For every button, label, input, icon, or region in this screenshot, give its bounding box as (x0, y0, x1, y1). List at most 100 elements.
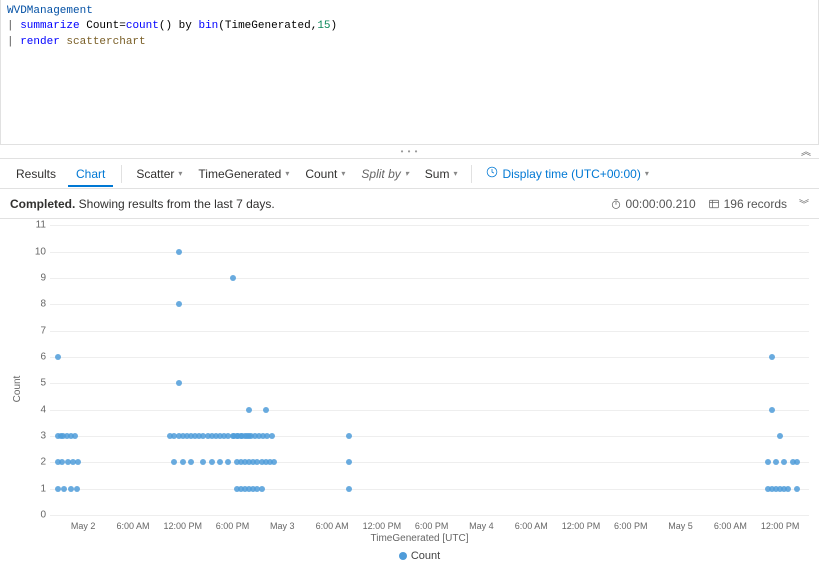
data-point[interactable] (180, 459, 186, 465)
x-tick-label: 6:00 PM (216, 521, 250, 531)
gridline (50, 462, 809, 463)
x-tick-label: May 5 (668, 521, 693, 531)
gridline (50, 357, 809, 358)
data-point[interactable] (781, 459, 787, 465)
token-binsize: 15 (317, 20, 330, 32)
token-assign: Count= (86, 20, 126, 32)
tab-results[interactable]: Results (8, 161, 64, 187)
data-point[interactable] (176, 380, 182, 386)
x-tick-label: 12:00 PM (761, 521, 800, 531)
y-tick-label: 0 (30, 510, 46, 521)
x-tick-label: 6:00 PM (415, 521, 449, 531)
record-count: 196 records (708, 197, 787, 211)
aggregation-label: Sum (425, 167, 450, 181)
drag-handle-icon[interactable]: • • • (401, 147, 419, 156)
token-pipe: | (7, 20, 20, 32)
data-point[interactable] (271, 459, 277, 465)
token-table: WVDManagement (7, 5, 93, 17)
tab-chart[interactable]: Chart (68, 161, 113, 187)
y-field-dropdown[interactable]: Count▾ (299, 163, 351, 185)
token-render: render (20, 36, 60, 48)
data-point[interactable] (61, 486, 67, 492)
records-icon (708, 198, 720, 210)
legend: Count (30, 550, 809, 562)
data-point[interactable] (225, 459, 231, 465)
gridline (50, 331, 809, 332)
x-tick-label: 6:00 PM (614, 521, 648, 531)
chart-toolbar: Results Chart Scatter▾ TimeGenerated▾ Co… (0, 159, 819, 189)
data-point[interactable] (55, 354, 61, 360)
x-tick-label: May 4 (469, 521, 494, 531)
data-point[interactable] (188, 459, 194, 465)
x-field-dropdown[interactable]: TimeGenerated▾ (192, 163, 295, 185)
y-tick-label: 5 (30, 378, 46, 389)
collapse-icon[interactable]: ︽ (801, 143, 811, 158)
data-point[interactable] (75, 459, 81, 465)
y-tick-label: 8 (30, 299, 46, 310)
data-point[interactable] (209, 459, 215, 465)
data-point[interactable] (794, 459, 800, 465)
duration-value: 00:00:00.210 (626, 197, 696, 211)
x-tick-label: May 3 (270, 521, 295, 531)
expand-icon[interactable]: ︾ (799, 196, 809, 211)
data-point[interactable] (230, 275, 236, 281)
status-bar: Completed. Showing results from the last… (0, 189, 819, 219)
gridline (50, 489, 809, 490)
y-tick-label: 1 (30, 483, 46, 494)
separator (471, 165, 472, 183)
data-point[interactable] (171, 459, 177, 465)
y-axis-label: Count (12, 376, 23, 403)
y-tick-label: 4 (30, 404, 46, 415)
pane-divider[interactable]: • • • ︽ (0, 145, 819, 159)
code-block[interactable]: WVDManagement | summarize Count=count() … (1, 0, 818, 54)
y-tick-label: 6 (30, 351, 46, 362)
x-tick-label: 6:00 AM (714, 521, 747, 531)
display-time-label: Display time (UTC+00:00) (502, 167, 640, 181)
data-point[interactable] (765, 459, 771, 465)
aggregation-dropdown[interactable]: Sum▾ (419, 163, 464, 185)
split-by-label: Split by (361, 167, 400, 181)
editor-whitespace[interactable] (1, 54, 818, 144)
x-tick-label: 12:00 PM (163, 521, 202, 531)
legend-marker-icon (399, 552, 407, 560)
token-pipe: | (7, 36, 20, 48)
data-point[interactable] (785, 486, 791, 492)
data-point[interactable] (769, 407, 775, 413)
gridline (50, 225, 809, 226)
data-point[interactable] (269, 433, 275, 439)
y-tick-label: 9 (30, 272, 46, 283)
y-tick-label: 11 (30, 220, 46, 231)
data-point[interactable] (72, 433, 78, 439)
data-point[interactable] (176, 301, 182, 307)
data-point[interactable] (263, 407, 269, 413)
display-time-dropdown[interactable]: Display time (UTC+00:00) ▾ (480, 162, 654, 185)
y-tick-label: 2 (30, 457, 46, 468)
chevron-down-icon: ▾ (405, 169, 409, 178)
token-count-func: count (126, 20, 159, 32)
x-tick-label: 12:00 PM (562, 521, 601, 531)
data-point[interactable] (346, 486, 352, 492)
y-tick-label: 10 (30, 246, 46, 257)
data-point[interactable] (769, 354, 775, 360)
data-point[interactable] (200, 459, 206, 465)
data-point[interactable] (176, 249, 182, 255)
data-point[interactable] (777, 433, 783, 439)
chart-type-dropdown[interactable]: Scatter▾ (130, 163, 188, 185)
data-point[interactable] (259, 486, 265, 492)
data-point[interactable] (346, 433, 352, 439)
chevron-down-icon: ▾ (645, 169, 649, 178)
y-tick-label: 7 (30, 325, 46, 336)
token-summarize: summarize (20, 20, 79, 32)
scatter-plot[interactable]: 01234567891011May 26:00 AM12:00 PM6:00 P… (30, 225, 809, 515)
gridline (50, 304, 809, 305)
split-by-dropdown[interactable]: Split by ▾ (355, 163, 414, 185)
data-point[interactable] (246, 407, 252, 413)
data-point[interactable] (217, 459, 223, 465)
data-point[interactable] (74, 486, 80, 492)
x-field-label: TimeGenerated (198, 167, 281, 181)
data-point[interactable] (346, 459, 352, 465)
token-scatterchart: scatterchart (60, 36, 146, 48)
data-point[interactable] (794, 486, 800, 492)
query-editor[interactable]: WVDManagement | summarize Count=count() … (0, 0, 819, 145)
data-point[interactable] (773, 459, 779, 465)
